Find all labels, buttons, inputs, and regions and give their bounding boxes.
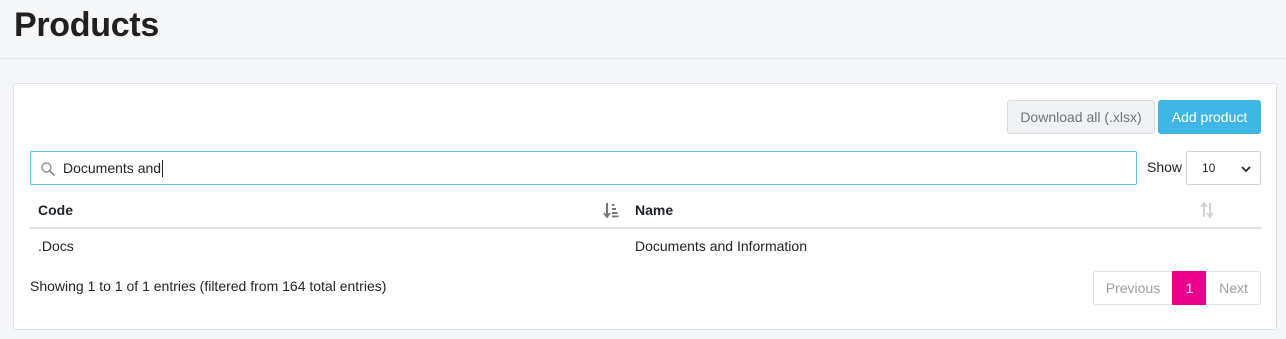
- pagination-page-1[interactable]: 1: [1172, 271, 1207, 305]
- chevron-down-icon: [1241, 166, 1251, 173]
- text-caret: [162, 160, 163, 177]
- entries-per-page-select[interactable]: 10: [1186, 151, 1261, 185]
- column-header-code[interactable]: Code: [38, 202, 73, 218]
- sort-both-icon[interactable]: [1199, 201, 1215, 219]
- cell-name: Documents and Information: [635, 238, 807, 254]
- search-icon: [41, 162, 55, 176]
- entries-per-page-value: 10: [1202, 161, 1216, 175]
- show-label: Show: [1147, 159, 1183, 175]
- column-header-name[interactable]: Name: [635, 202, 673, 218]
- add-product-button[interactable]: Add product: [1158, 100, 1261, 134]
- table-row[interactable]: .Docs Documents and Information: [30, 229, 1261, 263]
- sort-amount-down-icon[interactable]: [603, 201, 619, 219]
- download-all-button[interactable]: Download all (.xlsx): [1007, 100, 1155, 134]
- pagination-next[interactable]: Next: [1206, 271, 1261, 305]
- page-header: Products: [0, 0, 1286, 59]
- table-header: Code Name: [30, 193, 1261, 229]
- cell-code: .Docs: [38, 238, 74, 254]
- pagination-previous[interactable]: Previous: [1093, 271, 1173, 305]
- page-title: Products: [14, 6, 159, 44]
- entries-info: Showing 1 to 1 of 1 entries (filtered fr…: [30, 278, 387, 294]
- products-card: Download all (.xlsx) Add product Show 10…: [13, 83, 1277, 330]
- search-input[interactable]: [63, 152, 1123, 184]
- search-field[interactable]: [30, 151, 1137, 185]
